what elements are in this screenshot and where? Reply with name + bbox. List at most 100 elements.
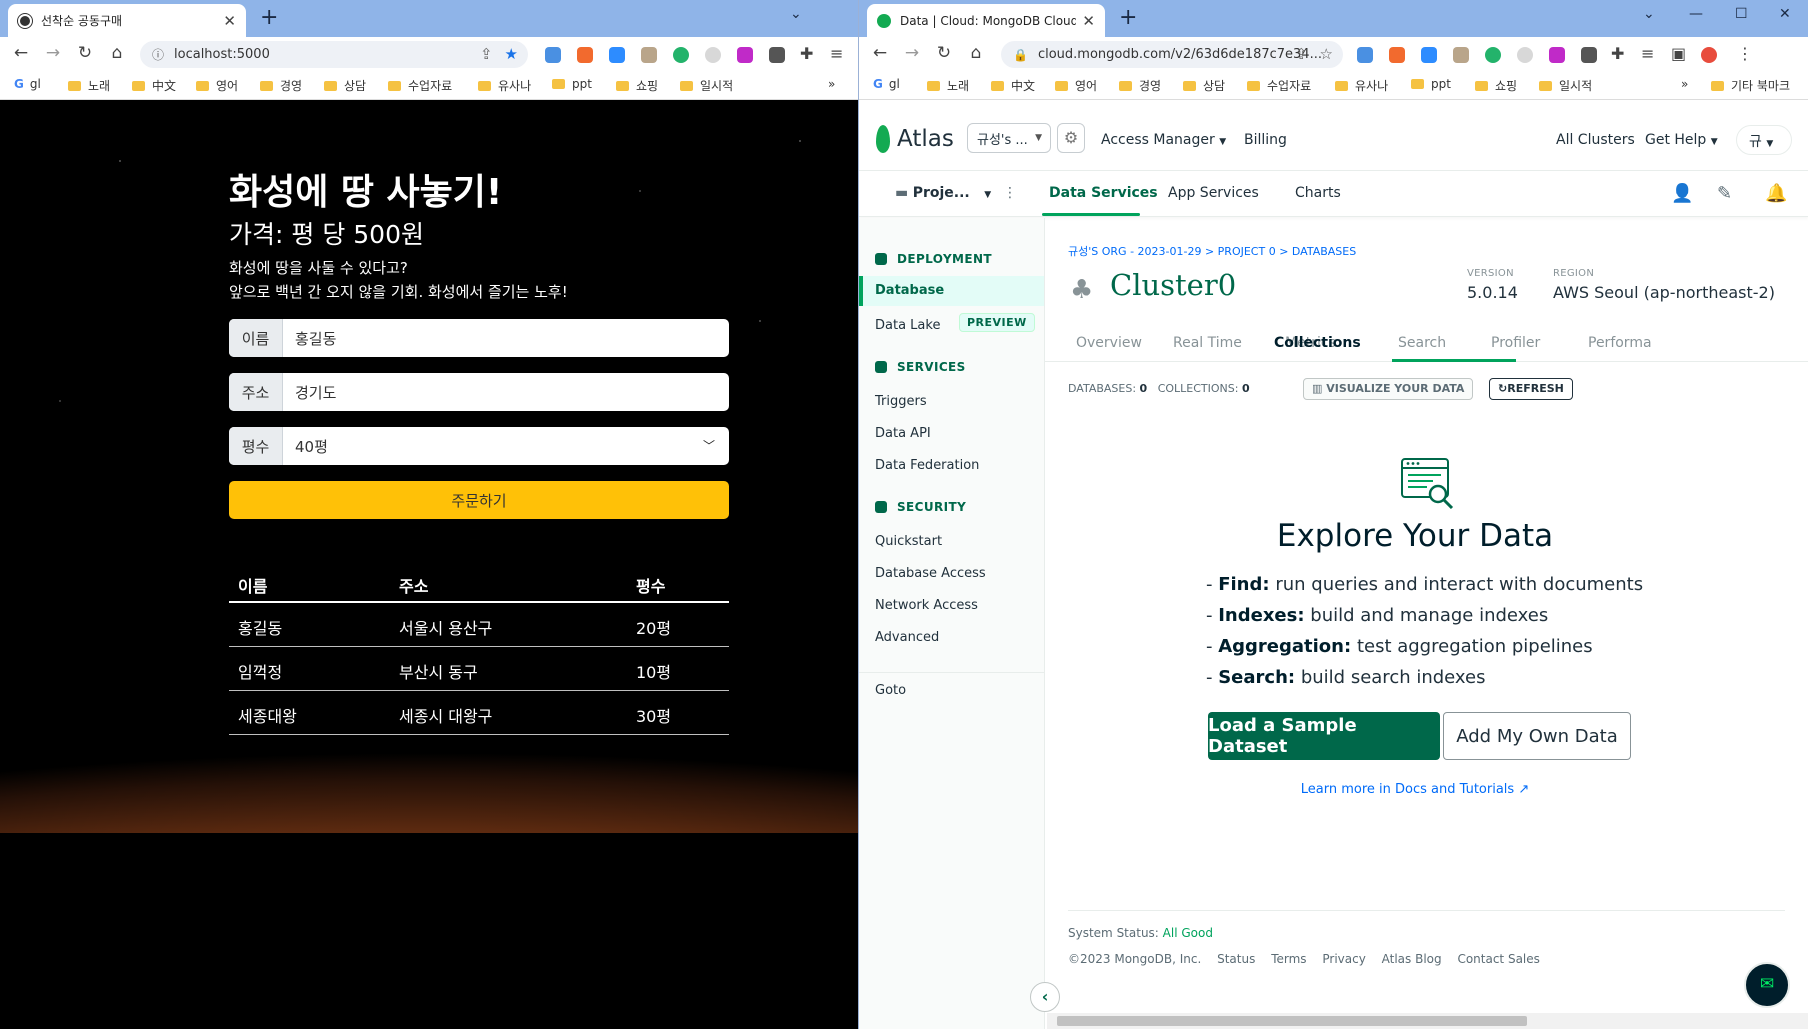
bookmark-item[interactable]: 쇼핑 [1475, 77, 1517, 94]
cloud-extension-icon[interactable] [545, 47, 561, 63]
bookmark-item[interactable]: 쇼핑 [616, 77, 658, 94]
sidebar-item-data-federation[interactable]: Data Federation [875, 458, 979, 473]
browser-tab[interactable]: Data | Cloud: MongoDB Cloud ✕ [867, 4, 1105, 37]
bell-icon[interactable]: 🔔 [1765, 183, 1787, 204]
chevron-down-icon[interactable]: ⌄ [790, 6, 802, 22]
bookmark-item[interactable]: 노래 [927, 77, 969, 94]
side-panel-icon[interactable]: ▣ [1671, 44, 1686, 63]
puzzle-icon[interactable]: ✚ [800, 44, 813, 63]
status-link[interactable]: All Good [1163, 926, 1213, 940]
sidebar-item-goto[interactable]: Goto [875, 683, 906, 698]
bookmark-item[interactable]: 영어 [196, 77, 238, 94]
tab-performance[interactable]: Performa [1588, 335, 1652, 351]
star-icon[interactable]: ★ [505, 45, 518, 63]
minimize-icon[interactable]: — [1689, 6, 1703, 22]
hand-extension-icon[interactable] [1517, 47, 1533, 63]
sidebar-item-triggers[interactable]: Triggers [875, 394, 927, 409]
size-select[interactable]: 40평 ﹀ [283, 427, 729, 465]
reading-list-icon[interactable]: ≡ [830, 44, 843, 63]
close-window-icon[interactable]: ✕ [1779, 6, 1791, 22]
bookmark-item[interactable]: 상담 [1183, 77, 1225, 94]
atlas-logo[interactable]: Atlas [897, 126, 954, 152]
image-extension-icon[interactable] [1453, 47, 1469, 63]
back-icon[interactable]: ← [869, 43, 891, 63]
close-icon[interactable]: ✕ [1082, 12, 1095, 30]
green-extension-icon[interactable] [1485, 47, 1501, 63]
tab-charts[interactable]: Charts [1295, 185, 1341, 201]
address-bar[interactable]: ⓘ localhost:5000 ⇪ ★ [140, 41, 528, 68]
project-selector[interactable]: ▬ Proje... ▼ [895, 185, 991, 201]
home-icon[interactable]: ⌂ [106, 43, 128, 63]
more-bookmarks-icon[interactable]: » [828, 77, 835, 91]
learn-more-link[interactable]: Learn more in Docs and Tutorials ↗ [1045, 782, 1785, 797]
address-input[interactable]: 경기도 [283, 373, 729, 411]
bookmark-item[interactable]: 中文 [132, 77, 176, 94]
sidebar-item-data-api[interactable]: Data API [875, 426, 931, 441]
forward-icon[interactable]: → [42, 43, 64, 63]
sidebar-item-database-access[interactable]: Database Access [875, 566, 986, 581]
gear-icon[interactable]: ⚙ [1057, 123, 1085, 153]
all-clusters-link[interactable]: All Clusters [1556, 132, 1635, 148]
bookmark-item[interactable]: 유사나 [478, 77, 531, 94]
bookmark-item[interactable]: 노래 [68, 77, 110, 94]
tab-real-time[interactable]: Real Time [1173, 335, 1242, 351]
bookmark-item[interactable]: Ggl [873, 77, 900, 91]
star-icon[interactable]: ☆ [1320, 45, 1333, 63]
invite-user-icon[interactable]: 👤 [1671, 183, 1693, 204]
refresh-button[interactable]: ↻REFRESH [1489, 378, 1573, 400]
bookmark-item[interactable]: 中文 [991, 77, 1035, 94]
footer-link-contact[interactable]: Contact Sales [1457, 952, 1539, 966]
load-sample-dataset-button[interactable]: Load a Sample Dataset [1208, 712, 1440, 760]
puzzle-icon[interactable]: ✚ [1611, 44, 1624, 63]
org-selector[interactable]: 규성's ... ▼ [967, 123, 1051, 153]
footer-link-blog[interactable]: Atlas Blog [1382, 952, 1442, 966]
home-icon[interactable]: ⌂ [965, 43, 987, 63]
name-input[interactable]: 홍길동 [283, 319, 729, 357]
bookmark-item[interactable]: 일시적 [1539, 77, 1592, 94]
green-extension-icon[interactable] [673, 47, 689, 63]
share-icon[interactable]: ⇪ [1295, 45, 1308, 63]
tab-overview[interactable]: Overview [1076, 335, 1142, 351]
chevron-down-icon[interactable]: ⌄ [1643, 6, 1655, 22]
image-extension-icon[interactable] [641, 47, 657, 63]
reload-icon[interactable]: ↻ [74, 43, 96, 63]
menu-dots-icon[interactable]: ⋮ [1737, 44, 1753, 63]
more-options-icon[interactable]: ⋮ [1003, 185, 1017, 201]
zoom-extension-icon[interactable] [609, 47, 625, 63]
sidebar-item-data-lake[interactable]: Data Lake [875, 318, 940, 333]
back-icon[interactable]: ← [10, 43, 32, 63]
sidebar-item-database[interactable]: Database [859, 276, 1044, 306]
bookmark-item[interactable]: 영어 [1055, 77, 1097, 94]
d-extension-icon[interactable] [1549, 47, 1565, 63]
bookmark-item[interactable]: 수업자료 [388, 77, 452, 94]
horizontal-scrollbar[interactable] [1047, 1013, 1808, 1029]
bookmark-item[interactable]: 일시적 [680, 77, 733, 94]
footer-link-status[interactable]: Status [1217, 952, 1255, 966]
tab-data-services[interactable]: Data Services [1049, 185, 1158, 201]
address-bar[interactable]: 🔒 cloud.mongodb.com/v2/63d6de187c7e34...… [1001, 41, 1343, 68]
other-bookmarks[interactable]: 기타 북마크 [1711, 77, 1790, 94]
visualize-data-button[interactable]: ▥ VISUALIZE YOUR DATA [1303, 378, 1474, 400]
order-button[interactable]: 주문하기 [229, 481, 729, 519]
sidebar-item-network-access[interactable]: Network Access [875, 598, 978, 613]
new-tab-icon[interactable]: + [260, 5, 278, 30]
bookmark-item[interactable]: 상담 [324, 77, 366, 94]
n-extension-icon[interactable] [769, 47, 785, 63]
bookmark-item[interactable]: 수업자료 [1247, 77, 1311, 94]
reading-list-icon[interactable]: ≡ [1641, 44, 1654, 63]
maximize-icon[interactable]: ☐ [1735, 6, 1748, 22]
breadcrumb[interactable]: 규성'S ORG - 2023-01-29 > PROJECT 0 > DATA… [1068, 243, 1356, 259]
share-icon[interactable]: ⇪ [480, 45, 493, 63]
zoom-extension-icon[interactable] [1421, 47, 1437, 63]
bookmark-item[interactable]: 경영 [260, 77, 302, 94]
tab-profiler[interactable]: Profiler [1491, 335, 1540, 351]
tab-collections[interactable]: Collections [1274, 335, 1361, 351]
footer-link-terms[interactable]: Terms [1271, 952, 1306, 966]
close-icon[interactable]: ✕ [223, 12, 236, 30]
chat-support-button[interactable]: ✉ [1744, 962, 1790, 1008]
tab-app-services[interactable]: App Services [1168, 185, 1259, 201]
browser-tab[interactable]: 선착순 공동구매 ✕ [8, 4, 246, 37]
footer-link-privacy[interactable]: Privacy [1322, 952, 1365, 966]
get-help-menu[interactable]: Get Help ▼ [1645, 132, 1718, 148]
hand-extension-icon[interactable] [705, 47, 721, 63]
